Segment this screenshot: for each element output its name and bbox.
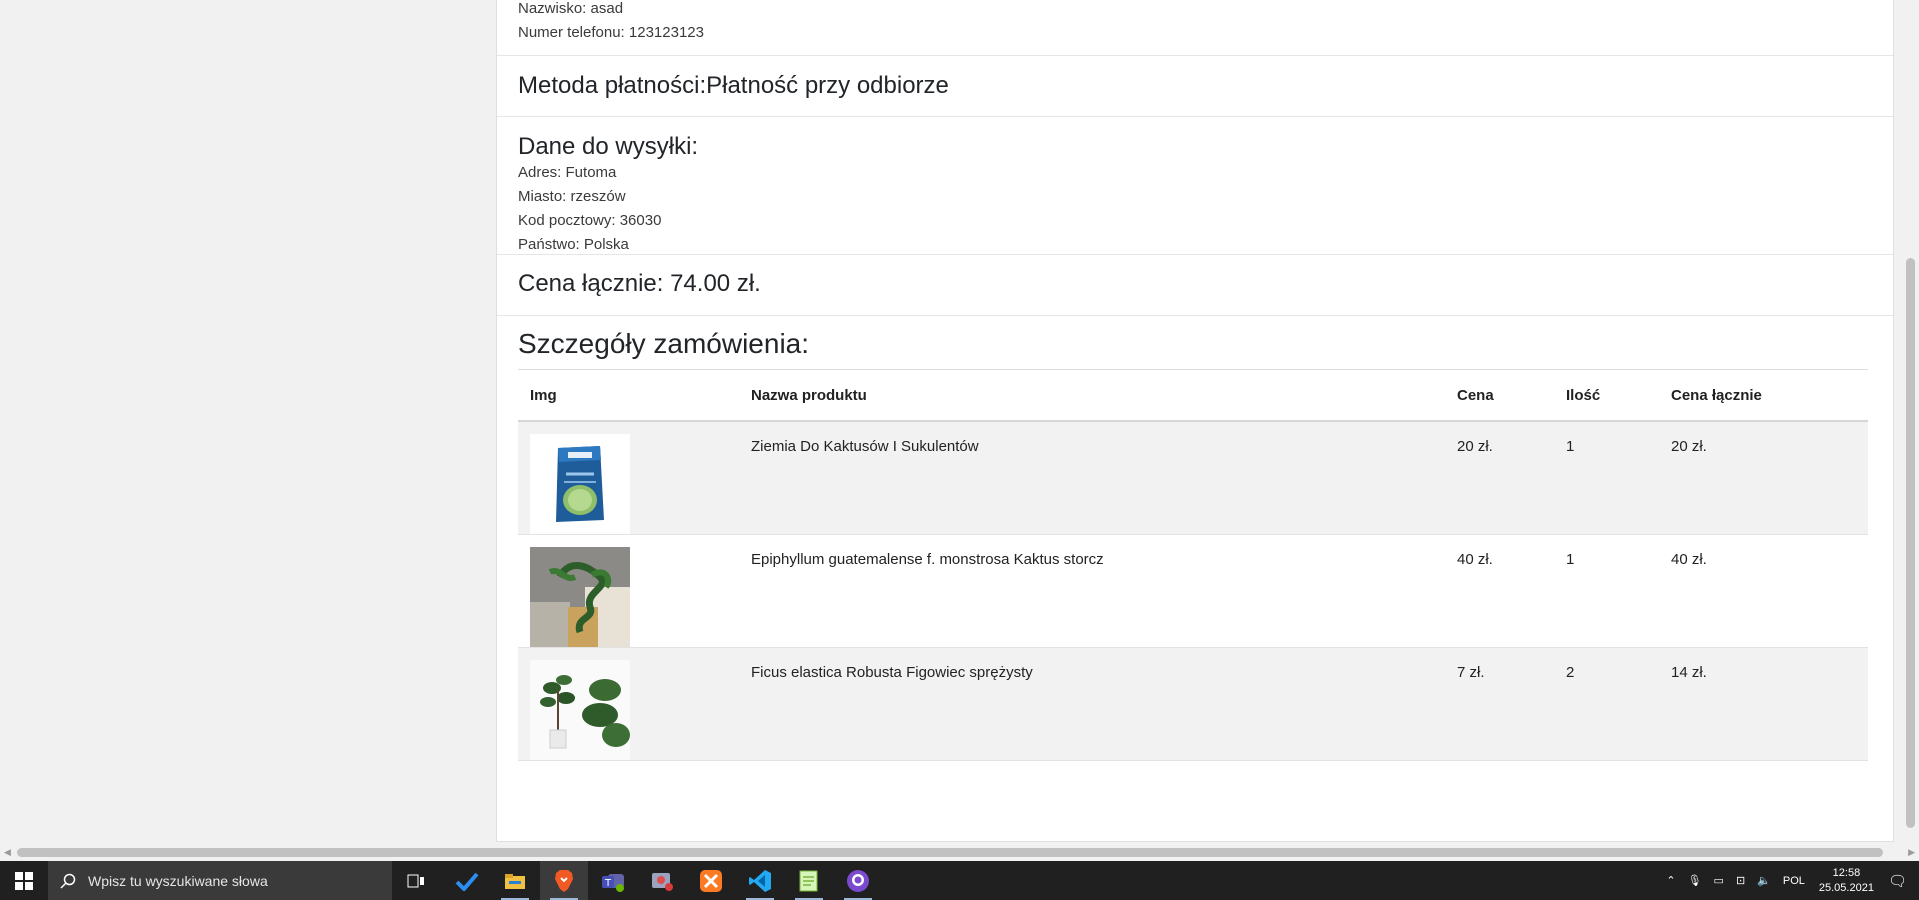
product-price: 40 zł. (1457, 551, 1493, 568)
product-line-total: 14 zł. (1671, 664, 1707, 681)
file-explorer-icon[interactable] (491, 861, 539, 900)
notepad-plus-icon[interactable] (785, 861, 833, 900)
svg-text:T: T (604, 878, 612, 889)
order-details-heading: Szczegóły zamówienia: (518, 328, 810, 359)
product-name: Ziemia Do Kaktusów I Sukulentów (751, 438, 979, 455)
order-details-section: Szczegóły zamówienia: Img Nazwa produktu… (497, 316, 1893, 842)
teams-icon[interactable]: T (589, 861, 637, 900)
horizontal-scrollbar[interactable]: ◀ ▶ (0, 844, 1919, 861)
brave-browser-icon[interactable] (540, 861, 588, 900)
order-items-table: Img Nazwa produktu Cena Ilość Cena łączn… (518, 369, 1868, 761)
search-icon (60, 873, 76, 889)
windows-logo-icon (15, 871, 33, 890)
column-header-product-name: Nazwa produktu (739, 370, 1445, 422)
battery-icon[interactable]: ▭ (1714, 874, 1724, 887)
shipping-heading: Dane do wysyłki: (518, 133, 699, 160)
product-quantity: 1 (1566, 438, 1575, 455)
shipping-address: Adres: Futoma (518, 164, 617, 181)
product-quantity: 2 (1566, 664, 1575, 681)
taskbar-search-box[interactable]: Wpisz tu wyszukiwane słowa (48, 861, 392, 900)
table-row: Ziemia Do Kaktusów I Sukulentów 20 zł. 1… (518, 421, 1868, 535)
clock-time: 12:58 (1832, 866, 1861, 879)
column-header-img: Img (518, 370, 739, 422)
product-name: Epiphyllum guatemalense f. monstrosa Kak… (751, 551, 1104, 568)
product-price: 20 zł. (1457, 438, 1493, 455)
column-header-total: Cena łącznie (1659, 370, 1868, 422)
column-header-price: Cena (1445, 370, 1554, 422)
order-total-heading: Cena łącznie: 74.00 zł. (518, 270, 761, 297)
clock[interactable]: 12:58 25.05.2021 (1819, 866, 1874, 896)
vscode-icon[interactable] (736, 861, 784, 900)
github-desktop-icon[interactable] (834, 861, 882, 900)
start-button[interactable] (0, 861, 48, 900)
product-name: Ficus elastica Robusta Figowiec sprężyst… (751, 664, 1033, 681)
vertical-scrollbar[interactable] (1902, 0, 1919, 844)
table-row: Epiphyllum guatemalense f. monstrosa Kak… (518, 534, 1868, 648)
total-section: Cena łącznie: 74.00 zł. (497, 255, 1893, 316)
scroll-left-arrow-icon[interactable]: ◀ (4, 847, 11, 858)
product-quantity: 1 (1566, 551, 1575, 568)
clock-date: 25.05.2021 (1818, 881, 1874, 894)
system-tray: ⌃ 🎙 ▭ ⊡ 🔈 POL 12:58 25.05.2021 🗨 (1660, 861, 1919, 900)
search-placeholder: Wpisz tu wyszukiwane słowa (88, 872, 268, 889)
customer-section: Nazwisko: asad Numer telefonu: 123123123 (497, 0, 1893, 56)
shipping-city: Miasto: rzeszów (518, 188, 626, 205)
horizontal-scrollbar-thumb[interactable] (17, 848, 1883, 857)
payment-method-heading: Metoda płatności:Płatność przy odbiorze (518, 72, 949, 99)
table-row: Ficus elastica Robusta Figowiec sprężyst… (518, 647, 1868, 761)
product-price: 7 zł. (1457, 664, 1485, 681)
xampp-icon[interactable] (687, 861, 735, 900)
microphone-icon[interactable]: 🎙 (1688, 874, 1702, 887)
order-card: Nazwisko: asad Numer telefonu: 123123123… (496, 0, 1894, 842)
scroll-right-arrow-icon[interactable]: ▶ (1908, 847, 1915, 858)
shipping-country: Państwo: Polska (518, 236, 629, 253)
customer-surname: Nazwisko: asad (518, 0, 624, 17)
snip-icon[interactable] (638, 861, 686, 900)
shipping-section: Dane do wysyłki: Adres: Futoma Miasto: r… (497, 117, 1893, 255)
browser-viewport: Nazwisko: asad Numer telefonu: 123123123… (0, 0, 1919, 844)
product-image-epiphyllum (530, 547, 630, 647)
table-header-row: Img Nazwa produktu Cena Ilość Cena łączn… (518, 370, 1868, 422)
product-image-ficus (530, 660, 630, 760)
product-image-soil-bag (530, 434, 630, 534)
chevron-up-icon[interactable]: ⌃ (1666, 874, 1675, 887)
task-view-icon[interactable] (392, 861, 440, 900)
language-indicator[interactable]: POL (1783, 875, 1805, 887)
product-line-total: 20 zł. (1671, 438, 1707, 455)
todo-icon[interactable] (443, 861, 491, 900)
vertical-scrollbar-thumb[interactable] (1906, 258, 1915, 828)
volume-icon[interactable]: 🔈 (1757, 874, 1771, 887)
shipping-postal-code: Kod pocztowy: 36030 (518, 212, 662, 229)
payment-section: Metoda płatności:Płatność przy odbiorze (497, 56, 1893, 117)
windows-taskbar: Wpisz tu wyszukiwane słowa T ⌃ 🎙 ▭ ⊡ 🔈 P… (0, 861, 1919, 900)
notifications-icon[interactable]: 🗨 (1888, 872, 1907, 890)
network-icon[interactable]: ⊡ (1736, 874, 1745, 887)
column-header-quantity: Ilość (1554, 370, 1659, 422)
product-line-total: 40 zł. (1671, 551, 1707, 568)
customer-phone: Numer telefonu: 123123123 (518, 24, 704, 41)
